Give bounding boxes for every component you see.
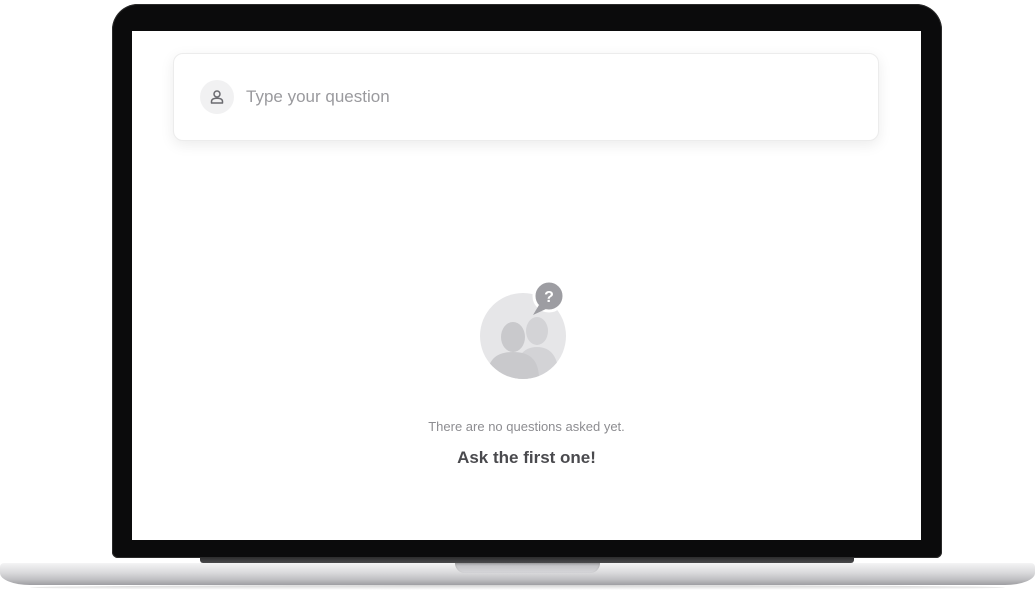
laptop-mockup: ? There are no questions asked yet. Ask … xyxy=(0,0,1035,593)
laptop-lid: ? There are no questions asked yet. Ask … xyxy=(112,4,942,558)
svg-text:?: ? xyxy=(544,289,554,306)
question-input-card[interactable] xyxy=(173,53,879,141)
question-input[interactable] xyxy=(246,82,846,112)
user-icon xyxy=(200,80,234,114)
ask-first-cta: Ask the first one! xyxy=(457,448,596,467)
laptop-notch xyxy=(455,563,600,573)
empty-state: ? There are no questions asked yet. Ask … xyxy=(132,279,921,468)
laptop-screen: ? There are no questions asked yet. Ask … xyxy=(132,31,921,540)
people-question-icon: ? xyxy=(479,279,566,379)
laptop-base xyxy=(0,557,1035,591)
laptop-shadow xyxy=(30,585,1005,590)
empty-message: There are no questions asked yet. xyxy=(428,419,625,434)
